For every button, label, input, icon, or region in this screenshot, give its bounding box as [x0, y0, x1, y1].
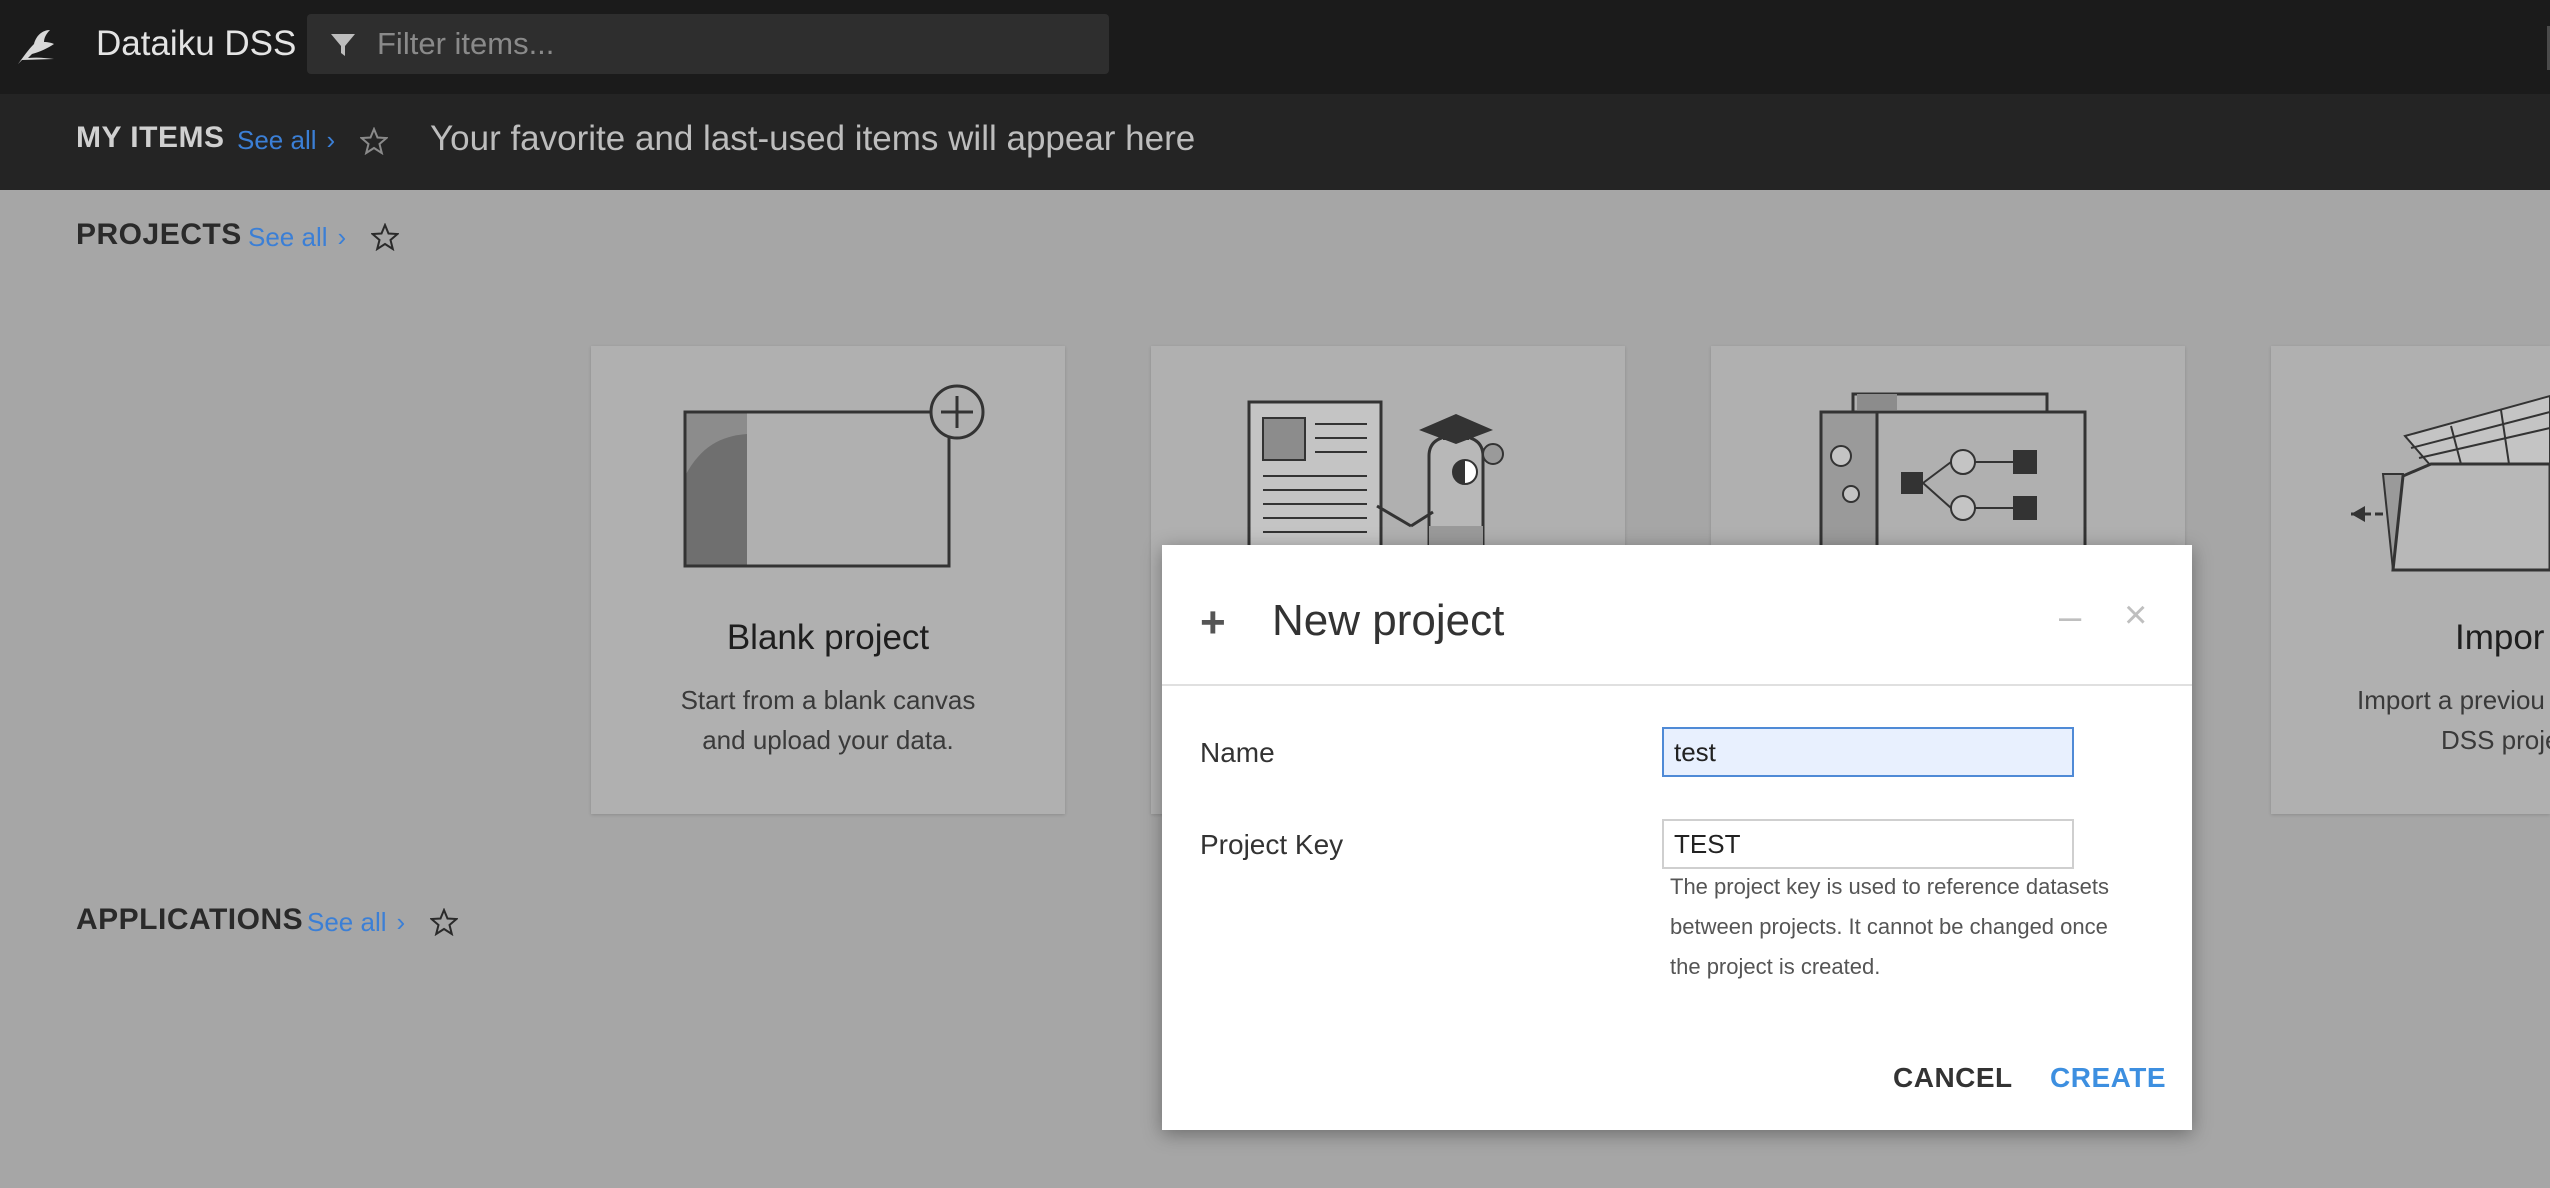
see-all-label: See all — [307, 907, 387, 937]
chevron-right-icon: › — [337, 222, 347, 252]
card-description: Start from a blank canvas and upload you… — [591, 680, 1065, 760]
my-items-bar: MY ITEMS See all › Your favorite and last… — [0, 94, 2550, 190]
star-icon[interactable] — [360, 127, 388, 155]
see-all-label: See all — [237, 125, 317, 155]
star-icon[interactable] — [430, 908, 458, 936]
star-icon[interactable] — [371, 223, 399, 251]
card-title: Impor — [2455, 618, 2545, 657]
dialog-title: New project — [1272, 596, 1505, 645]
dataiku-bird-logo-icon[interactable] — [14, 26, 60, 66]
card-desc-line: DSS proje — [2441, 725, 2550, 755]
project-key-input[interactable] — [1662, 819, 2074, 869]
card-desc-line: Import a previou — [2357, 685, 2545, 715]
projects-title: PROJECTS — [76, 218, 242, 251]
applications-title: APPLICATIONS — [76, 903, 304, 936]
my-items-see-all-link[interactable]: See all › — [237, 125, 335, 156]
chevron-right-icon: › — [326, 125, 336, 155]
import-folder-illustration-icon — [2351, 394, 2550, 572]
applications-see-all-link[interactable]: See all › — [307, 907, 405, 938]
close-icon[interactable]: × — [2124, 593, 2147, 638]
plus-icon: + — [1200, 598, 1226, 647]
app-title[interactable]: Dataiku DSS — [96, 22, 296, 66]
card-description: Import a previou DSS proje — [2357, 680, 2550, 760]
chevron-right-icon: › — [396, 907, 406, 937]
import-project-card[interactable]: Impor Import a previou DSS proje — [2271, 346, 2550, 814]
filter-items-search[interactable]: Filter items... — [307, 14, 1109, 74]
card-title: Blank project — [726, 618, 930, 657]
dialog-header-divider — [1162, 684, 2192, 686]
my-items-title: MY ITEMS — [76, 121, 225, 154]
top-navbar: Dataiku DSS Filter items... — [0, 0, 2550, 94]
project-key-help-text: The project key is used to reference dat… — [1670, 874, 2110, 979]
filter-funnel-icon — [331, 34, 355, 56]
my-items-empty-message: Your favorite and last-used items will a… — [430, 119, 1196, 158]
blank-canvas-illustration-icon — [683, 384, 985, 568]
project-name-input[interactable] — [1662, 727, 2074, 777]
filter-placeholder: Filter items... — [377, 26, 555, 61]
card-desc-line: and upload your data. — [702, 725, 954, 755]
projects-see-all-link[interactable]: See all › — [248, 222, 346, 253]
see-all-label: See all — [248, 222, 328, 252]
create-button[interactable]: CREATE — [2050, 1062, 2166, 1094]
minimize-icon[interactable]: – — [2059, 595, 2081, 640]
blank-project-card[interactable]: Blank project Start from a blank canvas … — [591, 346, 1065, 814]
name-label: Name — [1200, 737, 1275, 768]
project-key-label: Project Key — [1200, 829, 1344, 860]
card-desc-line: Start from a blank canvas — [680, 685, 976, 715]
cancel-button[interactable]: CANCEL — [1893, 1062, 2013, 1094]
new-project-dialog: + New project – × Name Project Key The p… — [1162, 545, 2192, 1130]
